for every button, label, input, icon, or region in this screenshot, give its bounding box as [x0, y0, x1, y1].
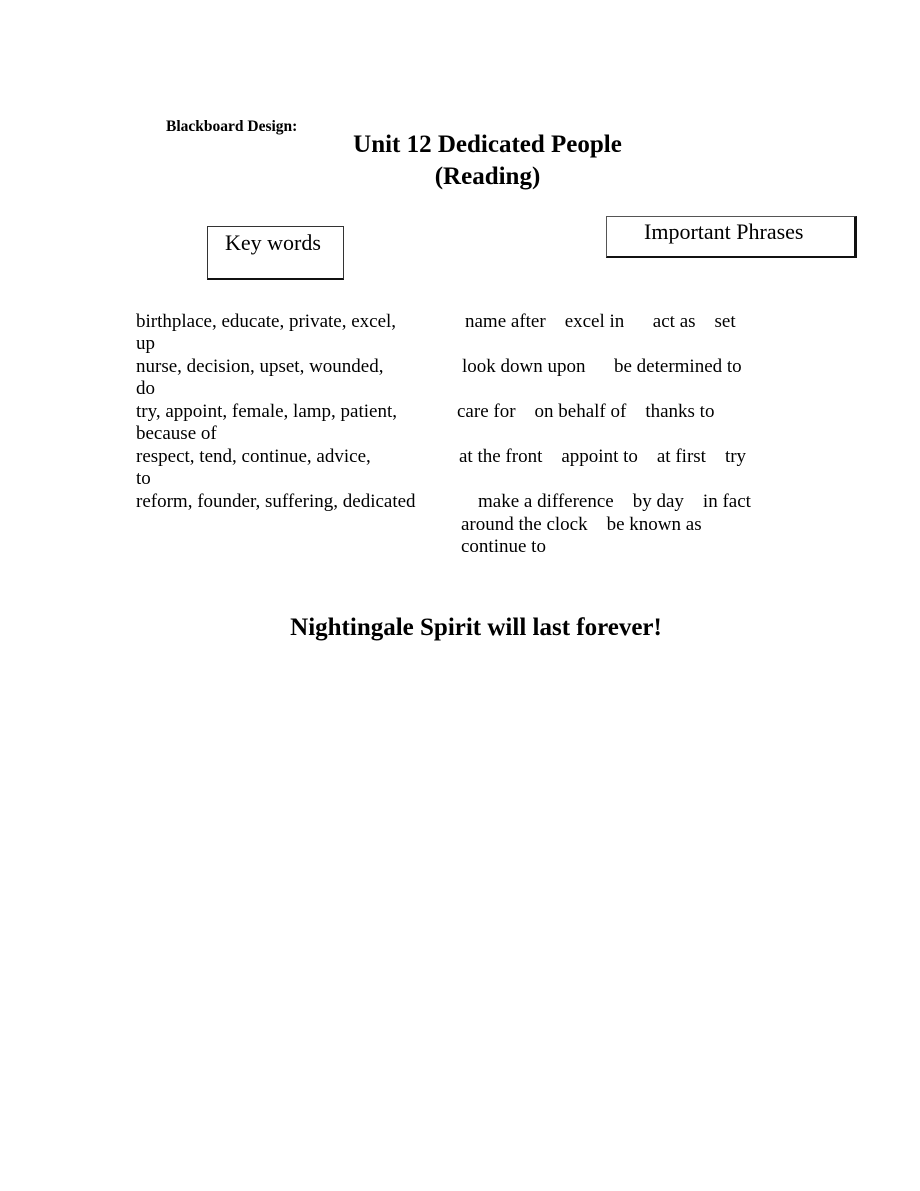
key-words-box: Key words [207, 226, 344, 280]
key-words-line: birthplace, educate, private, excel, [136, 311, 397, 332]
slogan: Nightingale Spirit will last forever! [290, 614, 662, 641]
phrase-line: make a difference by day in fact [478, 491, 751, 512]
key-words-line: reform, founder, suffering, dedicated [136, 491, 416, 512]
key-words-wrap: up [136, 333, 155, 354]
phrase-line: at the front appoint to at first try [459, 446, 747, 467]
key-words-heading: Key words [225, 230, 321, 255]
phrase-line: continue to [461, 536, 546, 557]
page-title: Unit 12 Dedicated People [353, 131, 622, 158]
phrase-line: look down upon be determined to [462, 356, 742, 377]
key-words-wrap: to [136, 468, 151, 489]
key-words-line: nurse, decision, upset, wounded, [136, 356, 384, 377]
key-words-line: try, appoint, female, lamp, patient, [136, 401, 397, 422]
important-phrases-box: Important Phrases [606, 216, 857, 258]
key-words-line: respect, tend, continue, advice, [136, 446, 371, 467]
phrase-line: care for on behalf of thanks to [457, 401, 715, 422]
phrase-line: name after excel in act as set [465, 311, 736, 332]
phrase-line: around the clock be known as [461, 514, 702, 535]
important-phrases-heading: Important Phrases [644, 219, 804, 244]
key-words-wrap: because of [136, 423, 217, 444]
page-subtitle: (Reading) [434, 163, 541, 190]
key-words-wrap: do [136, 378, 155, 399]
